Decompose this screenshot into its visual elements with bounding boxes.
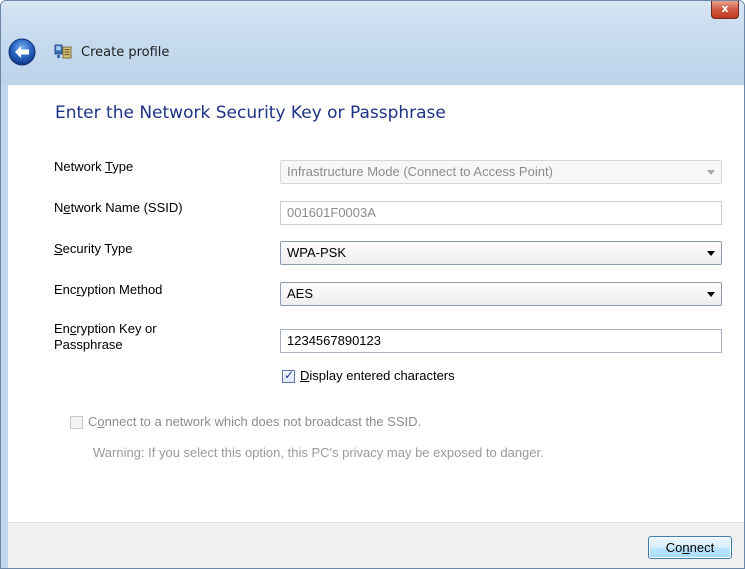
back-arrow-icon[interactable]: [8, 38, 36, 66]
close-button[interactable]: x: [711, 1, 739, 19]
encryption-method-label: Encryption Method: [54, 282, 163, 297]
network-type-select: Infrastructure Mode (Connect to Access P…: [280, 160, 722, 184]
chevron-down-icon: [707, 292, 715, 297]
network-profile-icon: [54, 44, 72, 59]
close-icon: x: [721, 2, 729, 15]
encryption-key-input[interactable]: 1234567890123: [280, 329, 722, 353]
chevron-down-icon: [707, 251, 715, 256]
content-panel: Enter the Network Security Key or Passph…: [8, 85, 744, 522]
window-left-border: [1, 85, 8, 568]
security-type-select[interactable]: WPA-PSK: [280, 241, 722, 265]
page-heading: Enter the Network Security Key or Passph…: [55, 103, 446, 123]
encryption-method-select[interactable]: AES: [280, 282, 722, 306]
ssid-label: Network Name (SSID): [54, 200, 183, 215]
encryption-key-label: Encryption Key or Passphrase: [54, 321, 157, 352]
title-bar: [1, 1, 744, 85]
window-title: Create profile: [81, 45, 170, 60]
button-bar: Connect: [8, 522, 744, 568]
security-type-value: WPA-PSK: [287, 245, 346, 260]
ssid-field: 001601F0003A: [280, 201, 722, 225]
connect-button[interactable]: Connect: [648, 536, 732, 559]
chevron-down-icon: [707, 170, 715, 175]
encryption-method-value: AES: [287, 286, 314, 301]
hidden-ssid-label: Connect to a network which does not broa…: [88, 414, 422, 429]
privacy-warning-text: Warning: If you select this option, this…: [93, 445, 544, 460]
network-type-label: Network Type: [54, 159, 134, 174]
create-profile-window: x Create profile Enter the Network Secur…: [0, 0, 745, 569]
security-type-label: Security Type: [54, 241, 133, 256]
hidden-ssid-checkbox: [70, 416, 83, 429]
network-type-value: Infrastructure Mode (Connect to Access P…: [287, 164, 553, 179]
display-characters-checkbox[interactable]: [282, 368, 295, 383]
display-characters-label[interactable]: Display entered characters: [300, 368, 455, 383]
